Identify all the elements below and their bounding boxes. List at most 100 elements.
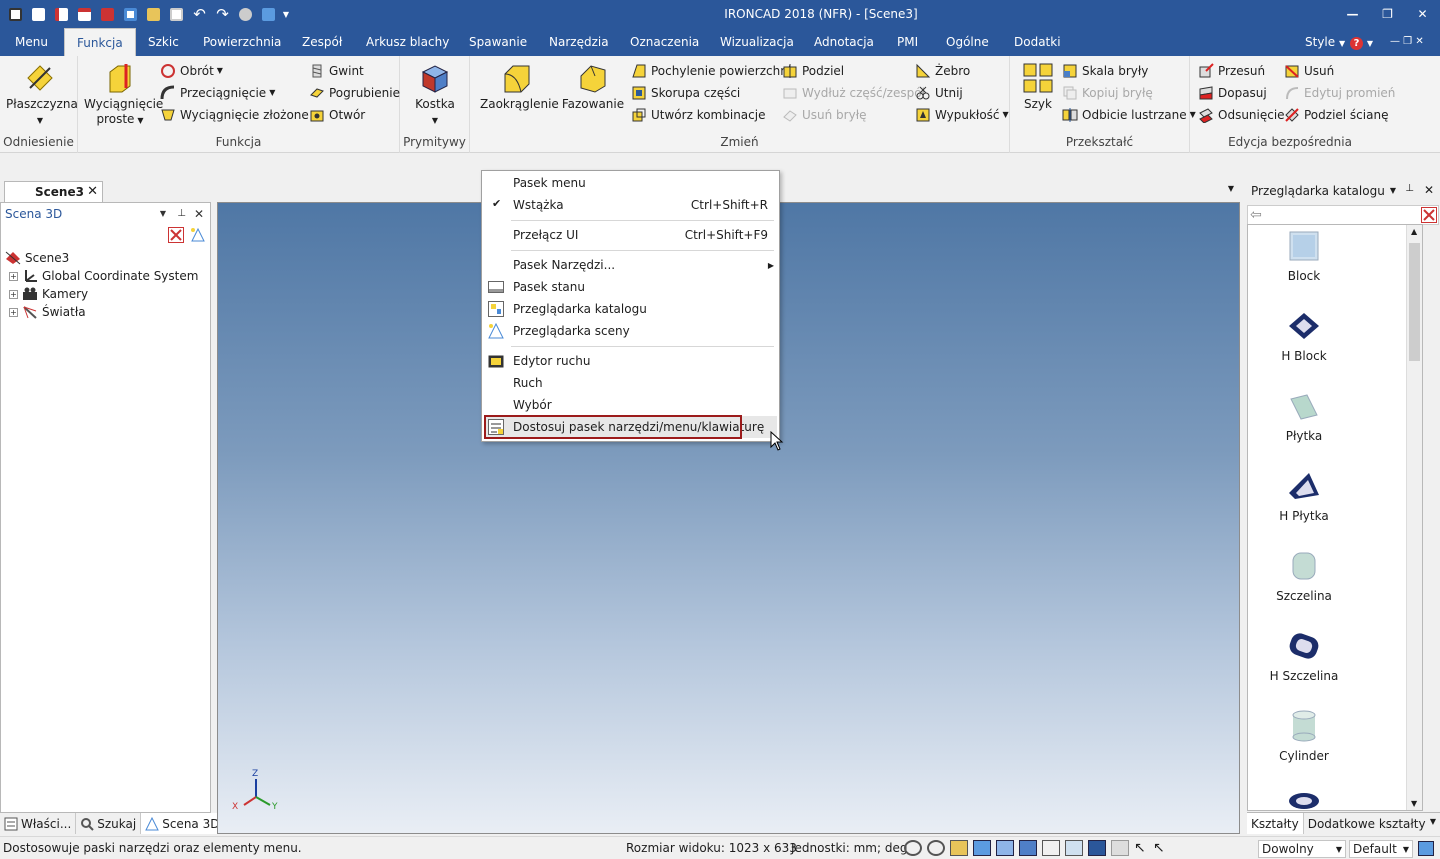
tab-list-dropdown-icon[interactable]: ▼ [1228,184,1234,193]
style-combo[interactable]: Default ▼ [1349,840,1413,858]
catalog-item-h-plytka[interactable]: H Płytka [1248,469,1360,523]
expand-icon[interactable]: + [9,271,18,281]
fazowanie-button[interactable]: Fazowanie [560,62,626,112]
panel-close-icon[interactable]: ✕ [194,207,204,221]
app-menu-icon[interactable] [4,2,27,26]
tab-pmi[interactable]: PMI [897,28,918,56]
render-icon[interactable] [234,2,257,26]
expand-icon[interactable]: + [9,289,18,299]
wyciagniecie-zlozone-button[interactable]: Wyciągnięcie złożone▼ [160,105,318,125]
new-scene-icon[interactable] [50,2,73,26]
tab-ksztalty[interactable]: Kształty [1247,813,1304,834]
delete-icon[interactable] [168,227,184,246]
odsuniecie-button[interactable]: Odsunięcie [1198,105,1285,125]
close-tab-icon[interactable]: ✕ [87,184,98,199]
selection-icon[interactable] [257,2,280,26]
select-filter-icon[interactable]: ↖ [1153,840,1167,856]
catalog-delete-icon[interactable] [1421,207,1437,223]
menu-item-pasek-menu[interactable]: Pasek menu [484,172,777,194]
plaszczyzna-button[interactable]: Płaszczyzna ▼ [6,62,78,128]
zebro-button[interactable]: Żebro [915,61,970,81]
otwor-button[interactable]: Otwór [309,105,365,125]
podziel-button[interactable]: Podziel [782,61,844,81]
help-icon[interactable]: ? ▼ [1350,28,1373,56]
odbicie-lustrzane-button[interactable]: Odbicie lustrzane ▼ [1062,105,1196,125]
przeciagniecie-button[interactable]: Przeciągnięcie ▼ [160,83,275,103]
obrot-button[interactable]: Obrót ▼ [160,61,223,81]
tab-menu[interactable]: Menu [15,28,48,56]
tab-dodatki[interactable]: Dodatki [1014,28,1061,56]
tree-item-swiatla[interactable]: + Światła [9,303,86,321]
zoom-icon[interactable] [927,840,945,856]
tree-item-kamery[interactable]: + Kamery [9,285,88,303]
camera-views-icon[interactable] [996,840,1014,856]
zaokraglenie-button[interactable]: Zaokrąglenie [480,62,559,112]
przesun-button[interactable]: Przesuń [1198,61,1265,81]
kopiuj-bryle-button[interactable]: Kopiuj bryłę [1062,83,1153,103]
wypuklosc-button[interactable]: Wypukłość ▼ [915,105,1009,125]
tab-funkcja[interactable]: Funkcja [64,28,136,56]
menu-item-pasek-stanu[interactable]: Pasek stanu [484,276,777,298]
utnij-button[interactable]: Utnij [915,83,963,103]
view-cube-icon[interactable] [973,840,991,856]
zoom-extents-icon[interactable] [904,840,922,856]
tab-narzedzia[interactable]: Narzędzia [549,28,609,56]
kostka-button[interactable]: Kostka ▼ [404,62,466,128]
new-drawing-icon[interactable] [73,2,96,26]
tab-wlasciwosci[interactable]: Właści... [0,813,77,834]
tab-zespol[interactable]: Zespół [302,28,342,56]
tab-szukaj[interactable]: Szukaj [76,813,142,834]
wydluz-czesc-button[interactable]: Wydłuż część/zespół [782,83,925,103]
pogrubienie-button[interactable]: Pogrubienie [309,83,400,103]
open-folder-icon[interactable] [142,2,165,26]
restore-button[interactable]: ❐ [1370,0,1405,28]
tab-powierzchnia[interactable]: Powierzchnia [203,28,281,56]
podziel-sciane-button[interactable]: Podziel ścianę [1284,105,1388,125]
light-toggle-icon[interactable] [1111,840,1129,856]
style-menu[interactable]: Style ▼ [1305,28,1345,56]
panel-menu-icon[interactable]: ▼ [160,209,166,218]
catalog-scrollbar-thumb[interactable] [1409,243,1420,361]
undo-icon[interactable]: ↶ [188,2,211,26]
catalog-item-plytka[interactable]: Płytka [1248,389,1360,443]
shading-icon[interactable] [1088,840,1106,856]
skala-bryly-button[interactable]: Skala bryły [1062,61,1148,81]
skorupa-czesci-button[interactable]: Skorupa części [631,83,740,103]
tree-item-global-coordinate-system[interactable]: + Global Coordinate System [9,267,198,285]
tab-arkusz-blachy[interactable]: Arkusz blachy [366,28,449,56]
menu-item-edytor-ruchu[interactable]: Edytor ruchu [484,350,777,372]
tree-item-scene3[interactable]: Scene3 [5,249,69,267]
gwint-button[interactable]: Gwint [309,61,364,81]
catalog-item-h-block[interactable]: H Block [1248,309,1360,363]
wyciagniecie-proste-button[interactable]: Wyciągnięcie proste ▼ [84,62,163,128]
pin-icon[interactable]: ⊥ [177,208,186,219]
tab-szkic[interactable]: Szkic [148,28,179,56]
resize-grip-icon[interactable] [1418,841,1434,856]
catalog-item-block[interactable]: Block [1248,229,1360,283]
menu-item-ruch[interactable]: Ruch [484,372,777,394]
catalog-pin-icon[interactable]: ⊥ [1405,183,1414,194]
menu-item-wybor[interactable]: Wybór [484,394,777,416]
scene-filter-icon[interactable] [190,227,206,246]
mdi-controls[interactable]: — ❐ ✕ [1390,28,1424,56]
orbit-icon[interactable] [950,840,968,856]
select-cursor-icon[interactable]: ↖ [1134,840,1148,856]
qat-dropdown-icon[interactable]: ▼ [280,2,292,26]
new-file-icon[interactable] [27,2,50,26]
redo-icon[interactable]: ↷ [211,2,234,26]
doc-tab-scene3[interactable]: Scene3 ✕ [4,181,103,202]
edytuj-promien-button[interactable]: Edytuj promień [1284,83,1395,103]
new-assembly-icon[interactable] [119,2,142,26]
menu-item-wstazka[interactable]: ✔ Wstążka Ctrl+Shift+R [484,194,777,216]
menu-item-przelacz-ui[interactable]: Przełącz UI Ctrl+Shift+F9 [484,224,777,246]
catalog-item-h-szczelina[interactable]: H Szczelina [1248,629,1360,683]
catalog-menu-icon[interactable]: ▼ [1390,186,1396,195]
catalog-close-icon[interactable]: ✕ [1424,183,1434,197]
tab-dodatkowe-ksztalty[interactable]: Dodatkowe kształty [1304,813,1430,834]
menu-item-pasek-narzedzi[interactable]: Pasek Narzędzi... ▶ [484,254,777,276]
tab-oznaczenia[interactable]: Oznaczenia [630,28,699,56]
tab-spawanie[interactable]: Spawanie [469,28,527,56]
catalog-tab-dropdown-icon[interactable]: ▼ [1430,817,1436,826]
back-arrow-icon[interactable]: ⇦ [1250,207,1262,223]
catalog-item-szczelina[interactable]: Szczelina [1248,549,1360,603]
